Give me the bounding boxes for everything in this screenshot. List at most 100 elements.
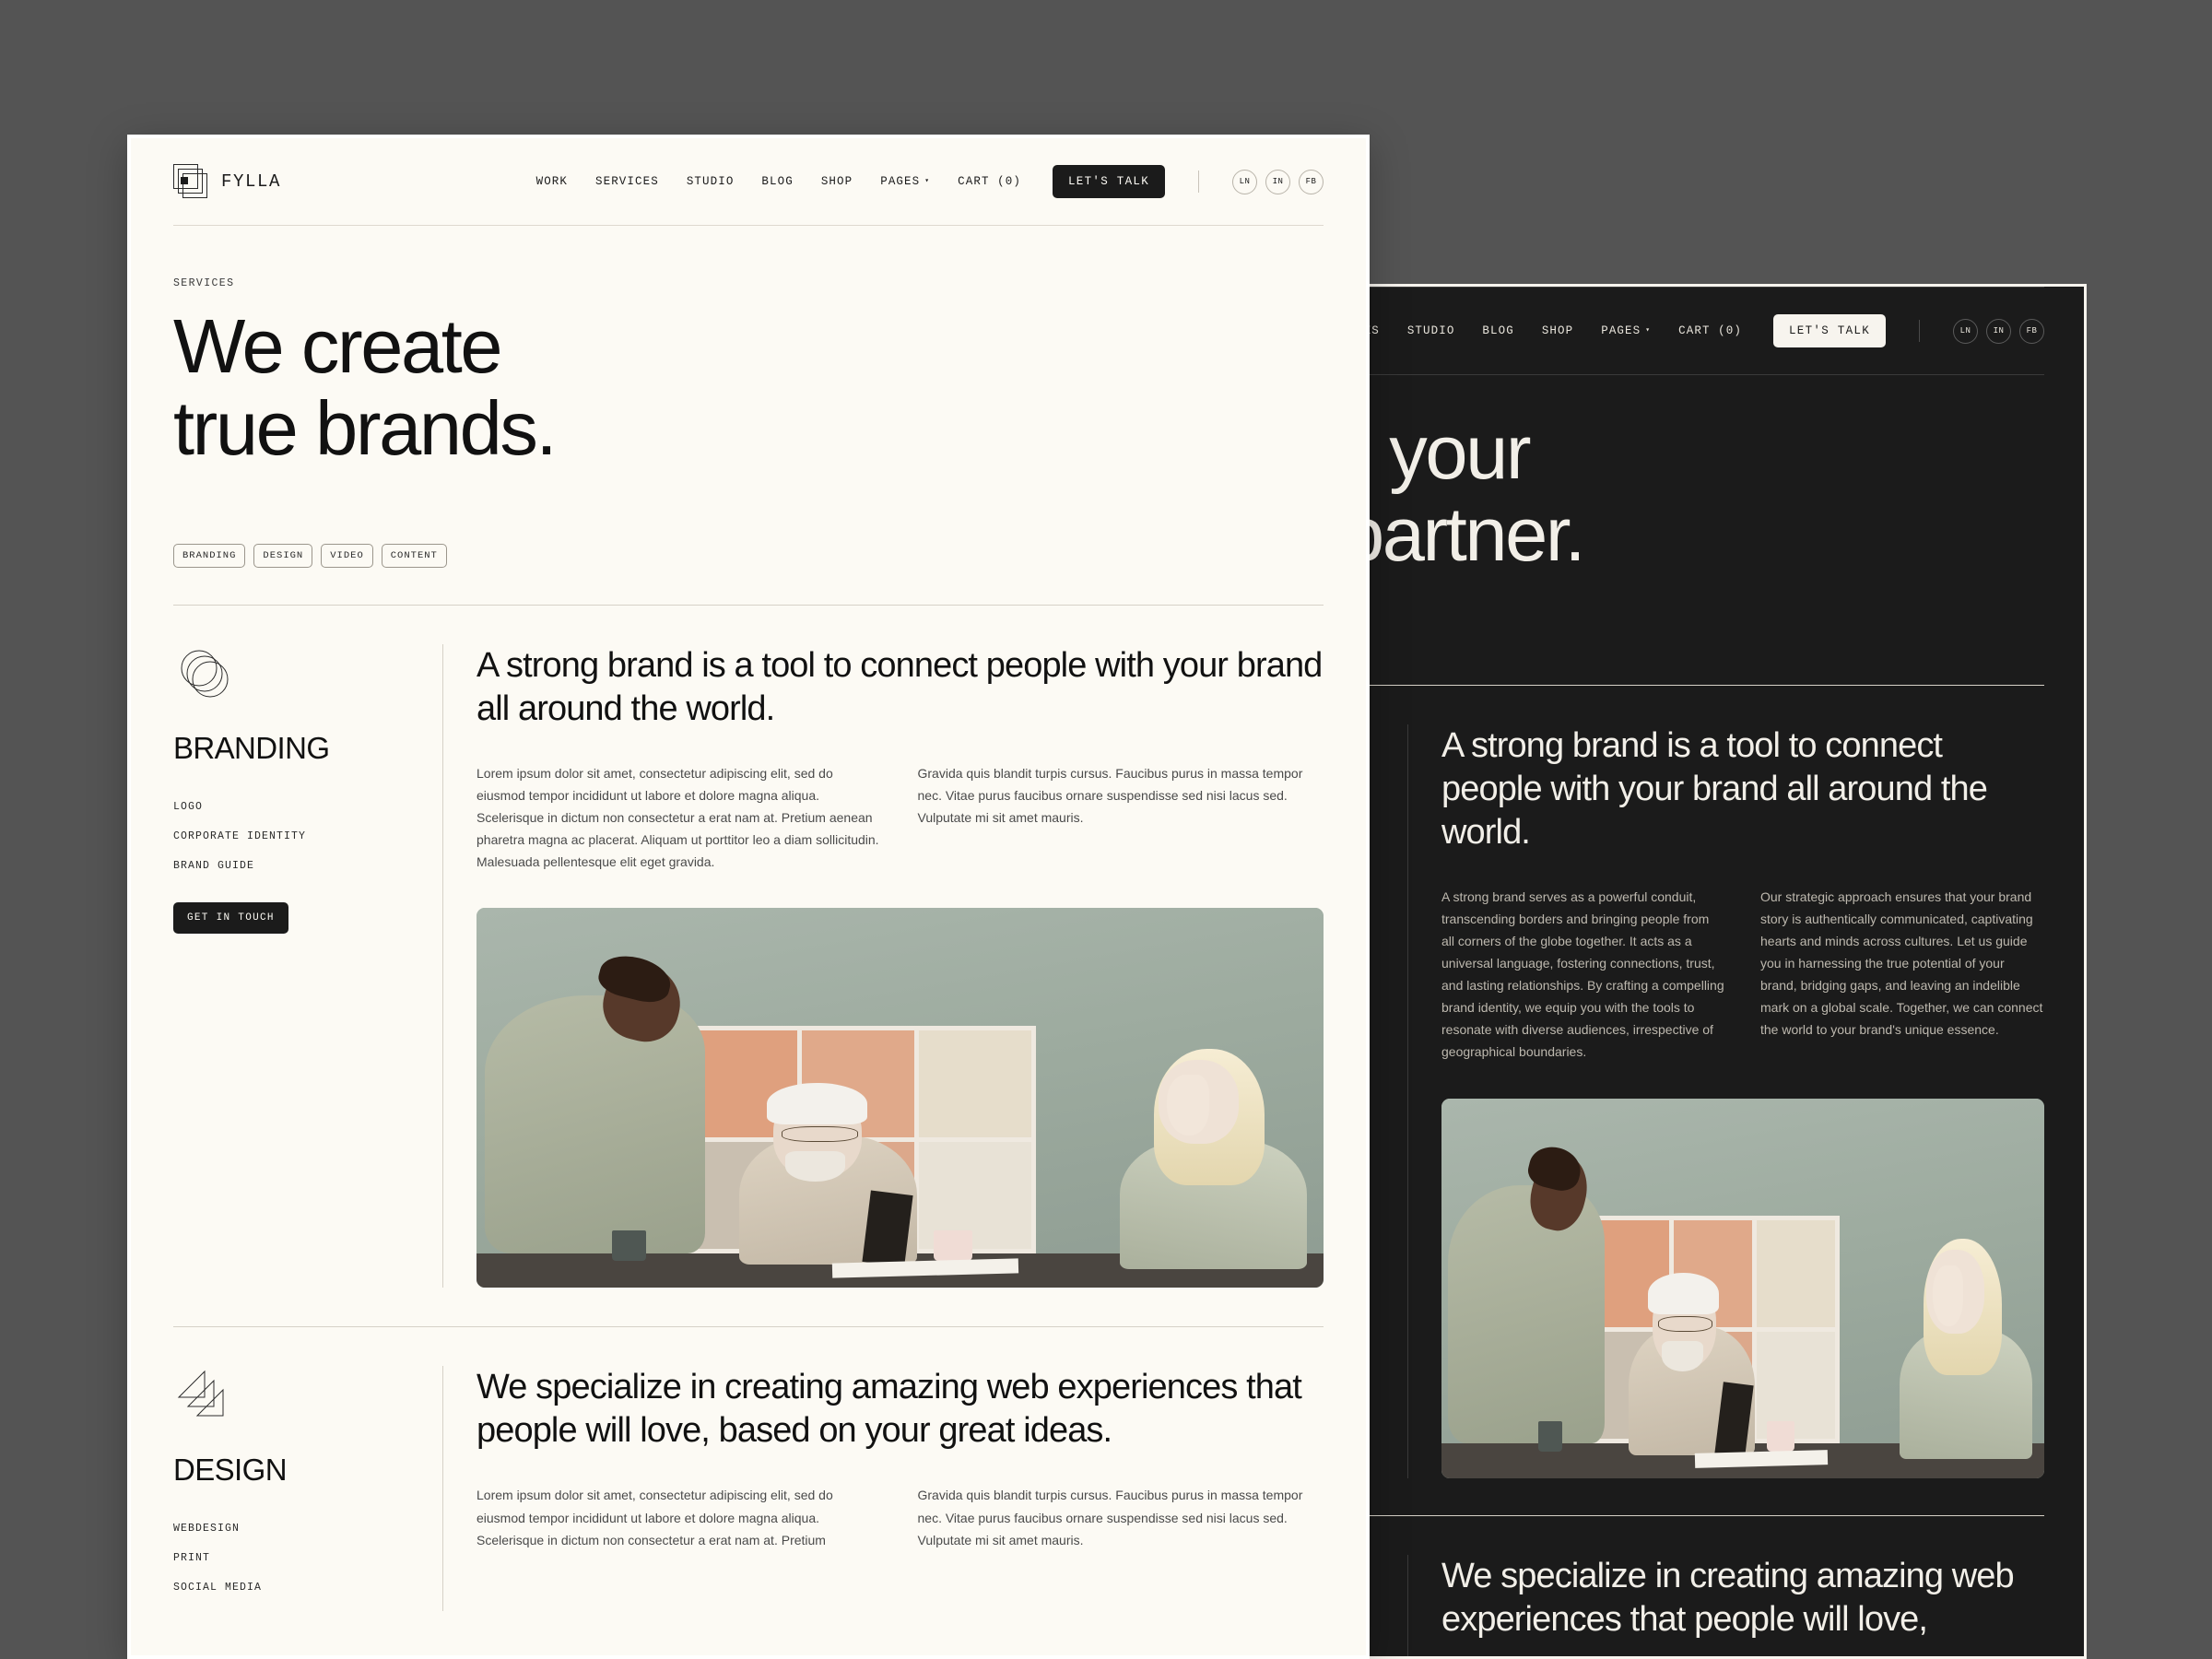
get-in-touch-button[interactable]: GET IN TOUCH bbox=[173, 901, 288, 934]
dark-nav-link-shop[interactable]: SHOP bbox=[1542, 324, 1573, 337]
facebook-icon[interactable]: FB bbox=[1299, 169, 1324, 194]
nav-pages-label: PAGES bbox=[880, 175, 921, 188]
nav-links: WORK SERVICES STUDIO BLOG SHOP PAGES ▾ CA… bbox=[536, 165, 1324, 198]
dark-nav-divider bbox=[1919, 320, 1920, 342]
tag-list: BRANDING DESIGN VIDEO CONTENT bbox=[131, 470, 1366, 568]
dark-panel-surface: FYLLA WORK SERVICES STUDIO BLOG SHOP PAG… bbox=[1363, 287, 2084, 1656]
dark-nav-pages-label: PAGES bbox=[1601, 324, 1641, 337]
navbar: FYLLA WORK SERVICES STUDIO BLOG SHOP PAG… bbox=[131, 138, 1366, 225]
service-design-paragraph-left: Lorem ipsum dolor sit amet, consectetur … bbox=[477, 1488, 833, 1547]
dark-hero-line-1: We are your bbox=[1363, 409, 1532, 495]
tag-branding[interactable]: BRANDING bbox=[173, 543, 246, 568]
service-design-left: DESIGN WEBDESIGN PRINT SOCIAL MEDIA bbox=[173, 1366, 442, 1611]
nav-divider bbox=[1198, 171, 1199, 193]
service-item-corporate-identity[interactable]: CORPORATE IDENTITY bbox=[173, 830, 415, 842]
social-links: LN IN FB bbox=[1232, 169, 1324, 194]
cart-link[interactable]: CART (0) bbox=[958, 175, 1021, 188]
dark-service-paragraph-right: Our strategic approach ensures that your… bbox=[1760, 888, 2043, 1038]
dark-service-columns: A strong brand serves as a powerful cond… bbox=[1441, 886, 2044, 1064]
dark-lets-talk-button[interactable]: LET'S TALK bbox=[1772, 314, 1886, 347]
hero-eyebrow: SERVICES bbox=[173, 277, 235, 289]
tag-content[interactable]: CONTENT bbox=[381, 543, 447, 568]
hero-line-2: true brands. bbox=[173, 384, 558, 471]
dark-meeting-photo bbox=[1441, 1098, 2044, 1478]
instagram-icon[interactable]: IN bbox=[1265, 169, 1290, 194]
service-item-brand-guide[interactable]: BRAND GUIDE bbox=[173, 860, 415, 872]
linkedin-icon[interactable]: LN bbox=[1953, 318, 1978, 344]
service-branding-name: BRANDING bbox=[173, 730, 330, 765]
service-item-social-media[interactable]: SOCIAL MEDIA bbox=[173, 1582, 415, 1594]
instagram-icon[interactable]: IN bbox=[1986, 318, 2011, 344]
overlapping-triangles-icon bbox=[173, 1366, 236, 1429]
light-theme-panel: FYLLA WORK SERVICES STUDIO BLOG SHOP PAG… bbox=[127, 135, 1370, 1659]
service-design: DESIGN WEBDESIGN PRINT SOCIAL MEDIA We s… bbox=[131, 1327, 1366, 1612]
service-branding-col-right: Gravida quis blandit turpis cursus. Fauc… bbox=[918, 762, 1324, 873]
hero: SERVICES We create true brands. bbox=[131, 226, 1366, 470]
lets-talk-button[interactable]: LET'S TALK bbox=[1052, 165, 1165, 198]
dark-service-left bbox=[1363, 724, 1407, 1478]
dark-hero-title: We are your brand partner. bbox=[1363, 409, 2044, 577]
service-branding-heading: A strong brand is a tool to connect peop… bbox=[477, 645, 1323, 728]
dark-service-branding: A strong brand is a tool to connect peop… bbox=[1363, 686, 2084, 1478]
service-design-col-right: Gravida quis blandit turpis cursus. Fauc… bbox=[918, 1484, 1324, 1550]
service-branding-paragraph-left: Lorem ipsum dolor sit amet, consectetur … bbox=[477, 765, 879, 870]
linkedin-icon[interactable]: LN bbox=[1232, 169, 1257, 194]
service-branding-columns: Lorem ipsum dolor sit amet, consectetur … bbox=[477, 762, 1324, 873]
facebook-icon[interactable]: FB bbox=[2019, 318, 2044, 344]
dark-service-heading: A strong brand is a tool to connect peop… bbox=[1441, 725, 1988, 852]
service-branding-col-left: Lorem ipsum dolor sit amet, consectetur … bbox=[477, 762, 883, 873]
brand-name: FYLLA bbox=[221, 171, 282, 192]
service-design-name: DESIGN bbox=[173, 1453, 288, 1488]
dark-nav-link-pages[interactable]: PAGES ▾ bbox=[1601, 324, 1651, 337]
dark-service2-heading: We specialize in creating amazing web ex… bbox=[1441, 1556, 2015, 1639]
brand-logo[interactable]: FYLLA bbox=[173, 164, 281, 199]
dark-service-col-right: Our strategic approach ensures that your… bbox=[1760, 886, 2044, 1064]
nav-link-shop[interactable]: SHOP bbox=[821, 175, 853, 188]
dark-hero-line-2: brand partner. bbox=[1363, 490, 1586, 577]
meeting-photo bbox=[477, 908, 1324, 1288]
dark-service-right: A strong brand is a tool to connect peop… bbox=[1407, 724, 2044, 1478]
nav-link-studio[interactable]: STUDIO bbox=[687, 175, 735, 188]
service-branding-right: A strong brand is a tool to connect peop… bbox=[442, 643, 1324, 1288]
service-branding-paragraph-right: Gravida quis blandit turpis cursus. Fauc… bbox=[917, 765, 1303, 825]
overlapping-circles-icon bbox=[173, 644, 236, 707]
dark-service2-left bbox=[1363, 1555, 1407, 1656]
service-design-paragraph-right: Gravida quis blandit turpis cursus. Fauc… bbox=[917, 1488, 1303, 1547]
service-item-print[interactable]: PRINT bbox=[173, 1552, 415, 1564]
service-design-columns: Lorem ipsum dolor sit amet, consectetur … bbox=[477, 1484, 1324, 1550]
tag-design[interactable]: DESIGN bbox=[253, 543, 313, 568]
service-design-items: WEBDESIGN PRINT SOCIAL MEDIA bbox=[173, 1523, 415, 1594]
service-item-logo[interactable]: LOGO bbox=[173, 801, 415, 813]
light-panel-surface: FYLLA WORK SERVICES STUDIO BLOG SHOP PAG… bbox=[131, 138, 1366, 1655]
chevron-down-icon: ▾ bbox=[1645, 326, 1652, 335]
screen: FYLLA WORK SERVICES STUDIO BLOG SHOP PAG… bbox=[0, 0, 2212, 1659]
service-design-right: We specialize in creating amazing web ex… bbox=[442, 1366, 1324, 1612]
dark-nav-links: WORK SERVICES STUDIO BLOG SHOP PAGES▾ CA… bbox=[1363, 314, 2044, 347]
dark-nav-link-blog[interactable]: BLOG bbox=[1482, 324, 1513, 337]
service-branding-left: BRANDING LOGO CORPORATE IDENTITY BRAND G… bbox=[173, 644, 442, 1288]
nav-link-pages[interactable]: PAGES ▾ bbox=[880, 175, 930, 188]
dark-theme-panel: FYLLA WORK SERVICES STUDIO BLOG SHOP PAG… bbox=[1360, 284, 2087, 1659]
hero-line-1: We create bbox=[173, 303, 503, 389]
dark-service-design: We specialize in creating amazing web ex… bbox=[1363, 1516, 2084, 1656]
dark-cart-link[interactable]: CART (0) bbox=[1678, 324, 1742, 337]
service-item-webdesign[interactable]: WEBDESIGN bbox=[173, 1523, 415, 1535]
dark-service-paragraph-left: A strong brand serves as a powerful cond… bbox=[1441, 888, 1724, 1060]
dark-social-links: LN IN FB bbox=[1953, 318, 2044, 344]
service-design-heading: We specialize in creating amazing web ex… bbox=[477, 1368, 1302, 1451]
nav-link-work[interactable]: WORK bbox=[536, 175, 568, 188]
dark-service2-right: We specialize in creating amazing web ex… bbox=[1407, 1554, 2044, 1656]
dark-navbar: FYLLA WORK SERVICES STUDIO BLOG SHOP PAG… bbox=[1363, 288, 2084, 374]
service-branding-items: LOGO CORPORATE IDENTITY BRAND GUIDE bbox=[173, 801, 415, 872]
dark-page-content: FYLLA WORK SERVICES STUDIO BLOG SHOP PAG… bbox=[1363, 287, 2084, 1656]
dark-service-col-left: A strong brand serves as a powerful cond… bbox=[1441, 886, 1725, 1064]
tag-video[interactable]: VIDEO bbox=[321, 543, 373, 568]
nav-link-services[interactable]: SERVICES bbox=[595, 175, 659, 188]
page-title: We create true brands. bbox=[173, 303, 1324, 471]
chevron-down-icon: ▾ bbox=[924, 177, 931, 185]
dark-nav-link-studio[interactable]: STUDIO bbox=[1407, 324, 1455, 337]
nested-squares-icon bbox=[173, 164, 208, 199]
service-branding: BRANDING LOGO CORPORATE IDENTITY BRAND G… bbox=[131, 606, 1366, 1288]
service-design-col-left: Lorem ipsum dolor sit amet, consectetur … bbox=[477, 1484, 883, 1550]
nav-link-blog[interactable]: BLOG bbox=[761, 175, 793, 188]
